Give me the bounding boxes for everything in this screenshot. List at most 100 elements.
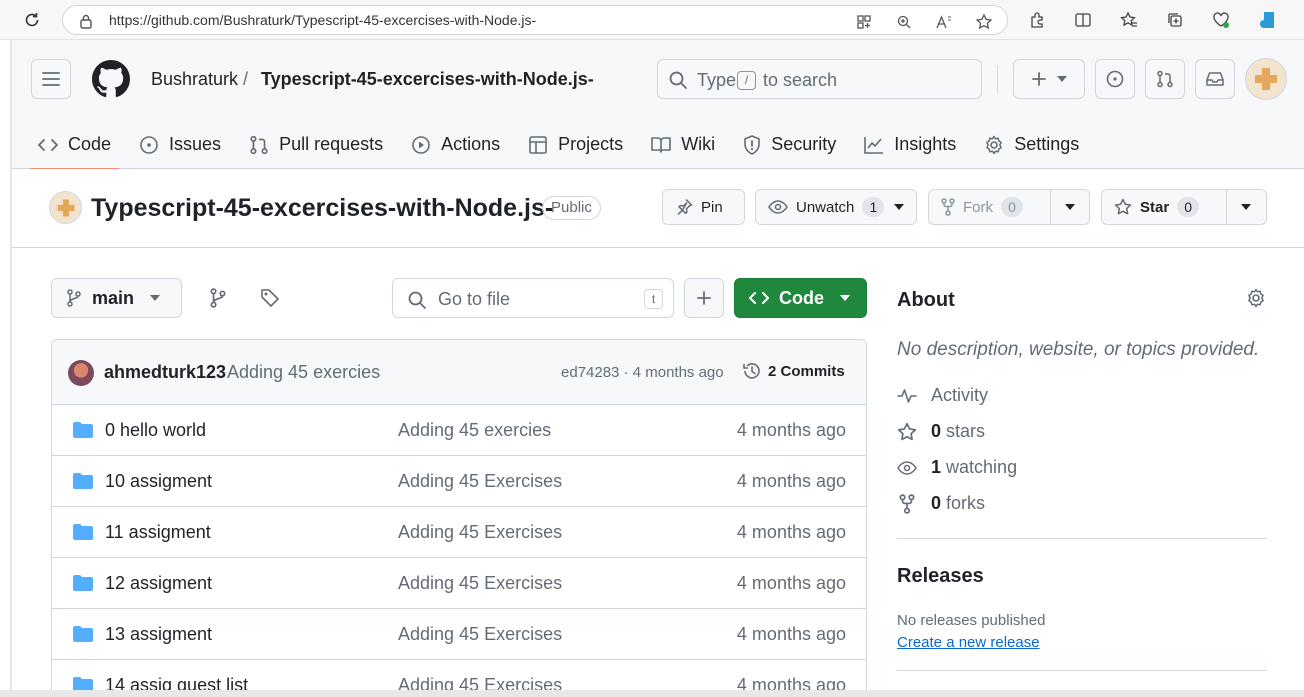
tag-icon[interactable]: [259, 287, 281, 309]
collections-icon[interactable]: [1164, 9, 1186, 31]
favorites-icon[interactable]: [1118, 9, 1140, 31]
breadcrumb-repo[interactable]: Typescript-45-excercises-with-Node.js-: [261, 69, 594, 90]
menu-button[interactable]: [31, 59, 71, 99]
commit-author-avatar[interactable]: [68, 360, 94, 386]
search-placeholder-suffix: to search: [763, 70, 838, 90]
visibility-badge: Public: [542, 196, 601, 220]
file-commit-message[interactable]: Adding 45 Exercises: [398, 471, 562, 492]
watching-count: 1: [931, 457, 942, 477]
reload-icon[interactable]: [20, 8, 44, 32]
breadcrumb-owner[interactable]: Bushraturk: [151, 69, 238, 90]
url-text: https://github.com/Bushraturk/Typescript…: [109, 12, 537, 28]
go-to-file-input[interactable]: Go to file t: [392, 278, 674, 318]
add-file-button[interactable]: [684, 278, 724, 318]
branch-icon: [67, 289, 81, 307]
watch-button[interactable]: Unwatch 1: [755, 189, 917, 225]
table-row[interactable]: 10 assigment Adding 45 Exercises 4 month…: [52, 456, 866, 507]
tab-security[interactable]: Security: [729, 120, 850, 169]
table-row[interactable]: 0 hello world Adding 45 exercies 4 month…: [52, 405, 866, 456]
issues-button[interactable]: [1095, 59, 1135, 99]
tab-pull-requests[interactable]: Pull requests: [235, 120, 397, 169]
watching-link[interactable]: 1 watching: [897, 457, 1017, 478]
identicon-icon: [1255, 68, 1277, 90]
copilot-icon[interactable]: [1256, 9, 1278, 31]
activity-link[interactable]: Activity: [897, 385, 988, 406]
inbox-button[interactable]: [1195, 59, 1235, 99]
file-age: 4 months ago: [736, 471, 846, 491]
fork-dropdown[interactable]: [1051, 190, 1089, 224]
star-icon: [1114, 198, 1132, 215]
star-dropdown[interactable]: [1227, 190, 1265, 224]
gear-icon[interactable]: [1246, 288, 1266, 308]
watching-label: watching: [946, 457, 1018, 477]
file-name[interactable]: 0 hello world: [105, 420, 206, 441]
tab-projects[interactable]: Projects: [514, 120, 637, 169]
address-bar[interactable]: https://github.com/Bushraturk/Typescript…: [62, 5, 1008, 35]
search-shortcut-key: /: [737, 71, 756, 90]
extensions-icon[interactable]: [1026, 9, 1048, 31]
split-screen-icon[interactable]: [1072, 9, 1094, 31]
stars-link[interactable]: 0 stars: [897, 421, 985, 442]
file-commit-message[interactable]: Adding 45 Exercises: [398, 573, 562, 594]
tab-actions-label: Actions: [441, 134, 501, 154]
horizontal-scrollbar[interactable]: [0, 690, 1304, 697]
file-name[interactable]: 12 assigment: [105, 573, 212, 594]
commit-message[interactable]: Adding 45 exercies: [227, 362, 380, 383]
file-age: 4 months ago: [736, 624, 846, 644]
table-row[interactable]: 11 assigment Adding 45 Exercises 4 month…: [52, 507, 866, 558]
file-commit-message[interactable]: Adding 45 Exercises: [398, 522, 562, 543]
book-icon: [651, 136, 671, 154]
forks-link[interactable]: 0 forks: [897, 493, 985, 514]
commit-author[interactable]: ahmedturk123: [104, 362, 226, 383]
fork-button[interactable]: Fork 0: [928, 189, 1090, 225]
pin-button[interactable]: Pin: [662, 189, 745, 225]
tab-settings[interactable]: Settings: [970, 120, 1093, 169]
pull-request-icon: [1157, 70, 1173, 88]
tab-code[interactable]: Code: [24, 120, 125, 170]
commit-meta[interactable]: ed74283 · 4 months ago: [561, 364, 724, 381]
star-count: 0: [1177, 197, 1200, 217]
star-button[interactable]: Star 0: [1101, 189, 1267, 225]
commits-count-label: 2 Commits: [768, 362, 845, 380]
sidebar-divider: [897, 538, 1267, 539]
chevron-down-icon: [840, 295, 850, 301]
fork-count: 0: [1001, 197, 1023, 217]
chevron-down-icon: [1241, 204, 1251, 210]
file-name[interactable]: 11 assigment: [105, 522, 211, 543]
star-label: Star: [1140, 198, 1170, 216]
table-row[interactable]: 12 assigment Adding 45 Exercises 4 month…: [52, 558, 866, 609]
browser-essentials-icon[interactable]: [1210, 9, 1232, 31]
branch-selector[interactable]: main: [51, 278, 182, 318]
search-input[interactable]: Type / to search: [657, 59, 982, 99]
plus-icon: [1032, 72, 1046, 86]
commits-link[interactable]: 2 Commits: [742, 361, 845, 381]
releases-heading[interactable]: Releases: [897, 565, 984, 588]
read-aloud-icon[interactable]: [933, 11, 955, 33]
tab-issues[interactable]: Issues: [125, 120, 235, 169]
tab-issues-label: Issues: [169, 134, 222, 154]
file-name[interactable]: 13 assigment: [105, 624, 212, 645]
code-dropdown-button[interactable]: Code: [734, 278, 867, 318]
create-new-button[interactable]: [1013, 59, 1085, 99]
star-icon: [897, 422, 917, 440]
repo-owner-avatar[interactable]: [49, 191, 82, 224]
tab-actions[interactable]: Actions: [397, 120, 514, 169]
tab-wiki[interactable]: Wiki: [637, 120, 729, 169]
repo-title[interactable]: Typescript-45-excercises-with-Node.js-: [91, 194, 553, 223]
branches-icon[interactable]: [207, 287, 229, 309]
user-avatar[interactable]: [1245, 58, 1287, 100]
file-commit-message[interactable]: Adding 45 Exercises: [398, 624, 562, 645]
zoom-icon[interactable]: [893, 11, 915, 33]
table-row[interactable]: 13 assigment Adding 45 Exercises 4 month…: [52, 609, 866, 660]
search-placeholder-prefix: Type: [697, 70, 737, 90]
file-name[interactable]: 10 assigment: [105, 471, 212, 492]
pull-request-icon: [249, 135, 269, 155]
favorite-star-icon[interactable]: [973, 11, 995, 33]
pull-requests-button[interactable]: [1145, 59, 1185, 99]
create-release-link[interactable]: Create a new release: [897, 634, 1040, 651]
app-available-icon[interactable]: [853, 11, 875, 33]
github-logo-icon[interactable]: [92, 60, 130, 98]
tab-insights[interactable]: Insights: [850, 120, 970, 169]
watch-label: Unwatch: [796, 198, 855, 216]
file-commit-message[interactable]: Adding 45 exercies: [398, 420, 551, 441]
